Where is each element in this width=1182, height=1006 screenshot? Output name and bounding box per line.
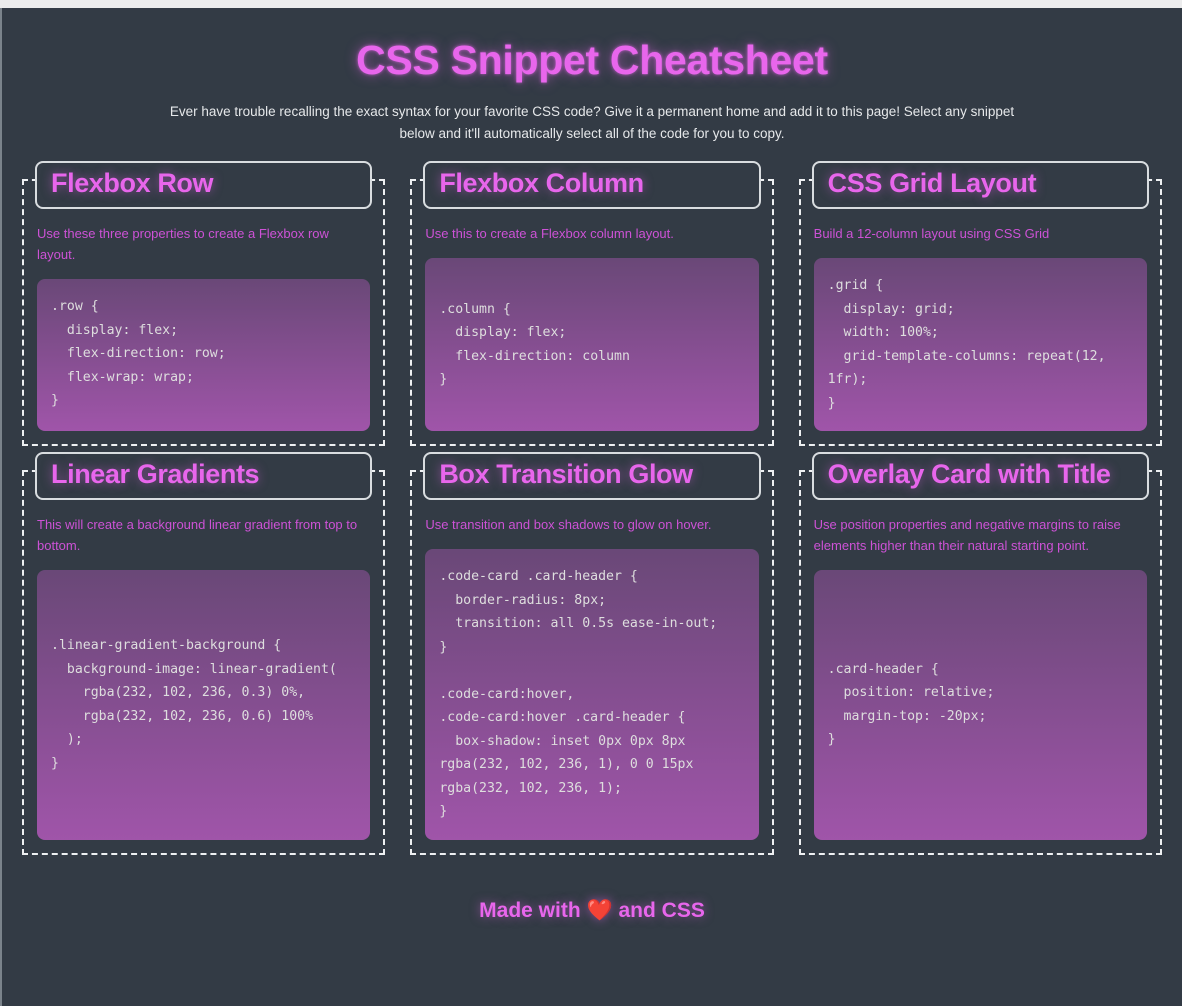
page-subtitle: Ever have trouble recalling the exact sy… [169,104,1015,141]
card-code-block[interactable]: .code-card .card-header { border-radius:… [425,549,759,840]
code-snippet[interactable]: .code-card .card-header { border-radius:… [439,565,744,824]
footer-prefix: Made with [479,898,587,922]
card-description: Use position properties and negative mar… [813,517,1121,554]
page-body: CSS Snippet Cheatsheet Ever have trouble… [0,8,1182,1006]
card-title: CSS Grid Layout [827,167,1037,198]
card-code-block[interactable]: .linear-gradient-background { background… [37,570,371,840]
card-description: Use transition and box shadows to glow o… [425,517,712,533]
card-header: CSS Grid Layout [811,160,1149,209]
code-snippet[interactable]: .row { display: flex; flex-direction: ro… [51,295,356,413]
card-title: Box Transition Glow [439,459,693,490]
card-header: Overlay Card with Title [811,452,1149,501]
card-header: Flexbox Column [423,160,761,209]
snippet-card-box-transition-glow[interactable]: Box Transition Glow Use transition and b… [410,452,774,855]
snippet-card-flexbox-column[interactable]: Flexbox Column Use this to create a Flex… [410,160,774,447]
page-header: CSS Snippet Cheatsheet Ever have trouble… [2,8,1182,145]
card-header: Linear Gradients [35,452,373,501]
code-snippet[interactable]: .grid { display: grid; width: 100%; grid… [828,274,1133,415]
footer-suffix: and CSS [612,898,705,922]
card-title: Overlay Card with Title [827,459,1111,490]
code-snippet[interactable]: .column { display: flex; flex-direction:… [439,298,744,392]
footer-credit: Made with ❤️ and CSS [2,899,1182,923]
card-header: Box Transition Glow [423,452,761,501]
card-title: Linear Gradients [51,459,260,490]
code-snippet[interactable]: .linear-gradient-background { background… [51,634,356,775]
snippet-card-grid: Flexbox Row Use these three properties t… [2,145,1182,855]
snippet-card-overlay-card-with-title[interactable]: Overlay Card with Title Use position pro… [798,452,1162,855]
card-title: Flexbox Column [439,167,644,198]
card-description: This will create a background linear gra… [37,517,358,554]
card-title: Flexbox Row [51,167,214,198]
page-footer: Made with ❤️ and CSS [2,855,1182,923]
card-description: Build a 12-column layout using CSS Grid [813,225,1050,241]
card-code-block[interactable]: .column { display: flex; flex-direction:… [425,258,759,432]
card-description: Use these three properties to create a F… [37,225,329,263]
viewport: CSS Snippet Cheatsheet Ever have trouble… [0,0,1182,1006]
snippet-card-linear-gradients[interactable]: Linear Gradients This will create a back… [22,452,386,855]
card-code-block[interactable]: .row { display: flex; flex-direction: ro… [37,279,371,432]
snippet-card-css-grid-layout[interactable]: CSS Grid Layout Build a 12-column layout… [798,160,1162,447]
heart-icon: ❤️ [586,898,613,922]
card-description: Use this to create a Flexbox column layo… [425,225,674,241]
card-code-block[interactable]: .card-header { position: relative; margi… [813,570,1147,840]
card-header: Flexbox Row [35,160,373,209]
code-snippet[interactable]: .card-header { position: relative; margi… [828,658,1133,752]
card-code-block[interactable]: .grid { display: grid; width: 100%; grid… [813,258,1147,432]
page-title: CSS Snippet Cheatsheet [356,37,828,83]
snippet-card-flexbox-row[interactable]: Flexbox Row Use these three properties t… [22,160,386,447]
